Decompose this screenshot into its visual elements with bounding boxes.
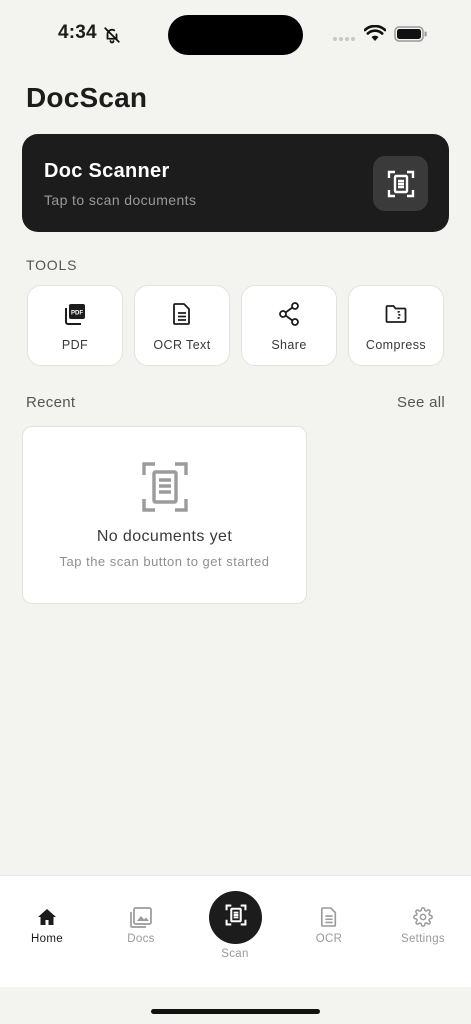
status-time: 4:34 bbox=[58, 22, 97, 43]
tab-label: Docs bbox=[127, 933, 155, 945]
tab-home[interactable]: Home bbox=[7, 906, 87, 945]
tool-label: Compress bbox=[365, 338, 427, 352]
tab-settings[interactable]: Settings bbox=[383, 906, 463, 945]
wifi-icon bbox=[363, 24, 387, 47]
home-indicator[interactable] bbox=[151, 1009, 320, 1014]
compress-folder-icon bbox=[385, 302, 407, 326]
scan-document-icon bbox=[142, 462, 188, 517]
document-text-icon bbox=[289, 906, 369, 928]
tool-compress-button[interactable]: Compress bbox=[348, 285, 444, 366]
tab-scan-label: Scan bbox=[221, 948, 249, 960]
tools-row: PDF PDF OCR Text Share Compress bbox=[27, 285, 444, 366]
battery-icon bbox=[394, 26, 428, 47]
pdf-icon: PDF bbox=[64, 302, 86, 326]
tool-label: Share bbox=[271, 338, 307, 352]
svg-text:PDF: PDF bbox=[71, 311, 83, 317]
status-bar: 4:34 bbox=[0, 0, 471, 60]
scanner-card-title: Doc Scanner bbox=[44, 160, 170, 182]
scanner-card-subtitle: Tap to scan documents bbox=[44, 192, 197, 208]
tab-docs[interactable]: Docs bbox=[101, 906, 181, 945]
home-icon bbox=[7, 906, 87, 928]
empty-state-card: No documents yet Tap the scan button to … bbox=[22, 426, 307, 604]
signal-icon bbox=[333, 37, 355, 41]
tools-section-label: TOOLS bbox=[26, 257, 78, 273]
tab-label: OCR bbox=[315, 933, 343, 945]
gallery-icon bbox=[101, 906, 181, 928]
share-icon bbox=[278, 302, 300, 326]
tab-label: Home bbox=[31, 933, 63, 945]
bottom-tab-bar: Home Docs Scan OCR Settings bbox=[0, 875, 471, 987]
scan-fab-button[interactable] bbox=[209, 891, 262, 944]
empty-state-subtitle: Tap the scan button to get started bbox=[59, 554, 270, 569]
bell-slash-icon bbox=[103, 26, 121, 49]
document-text-icon bbox=[172, 302, 192, 326]
app-title: DocScan bbox=[26, 82, 148, 113]
see-all-link[interactable]: See all bbox=[397, 394, 445, 411]
scan-document-icon[interactable] bbox=[373, 156, 428, 211]
tool-pdf-button[interactable]: PDF PDF bbox=[27, 285, 123, 366]
recent-section-label: Recent bbox=[26, 394, 76, 411]
tool-label: OCR Text bbox=[153, 338, 211, 352]
tab-label: Settings bbox=[401, 933, 445, 945]
gear-icon bbox=[383, 906, 463, 928]
bottom-safe-area bbox=[0, 987, 471, 1024]
empty-state-title: No documents yet bbox=[96, 528, 233, 545]
tool-label: PDF bbox=[61, 338, 89, 352]
scan-document-icon bbox=[225, 904, 247, 931]
tool-ocr-text-button[interactable]: OCR Text bbox=[134, 285, 230, 366]
tab-ocr[interactable]: OCR bbox=[289, 906, 369, 945]
tool-share-button[interactable]: Share bbox=[241, 285, 337, 366]
dynamic-island bbox=[168, 15, 303, 55]
doc-scanner-card[interactable]: Doc Scanner Tap to scan documents bbox=[22, 134, 449, 232]
